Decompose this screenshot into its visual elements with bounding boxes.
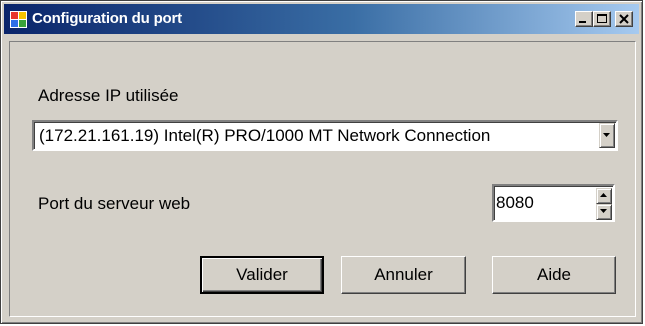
close-icon [619, 14, 629, 24]
chevron-down-icon [603, 133, 610, 137]
port-increment-button[interactable] [596, 188, 612, 204]
dropdown-button[interactable] [599, 123, 615, 148]
dialog-window: Configuration du port Adresse IP utilisé… [0, 0, 643, 324]
port-decrement-button[interactable] [596, 204, 612, 220]
arrow-down-icon [600, 209, 607, 213]
maximize-icon [597, 14, 607, 23]
port-stepper[interactable]: 8080 [492, 184, 615, 222]
cancel-button[interactable]: Annuler [341, 256, 466, 294]
validate-button[interactable]: Valider [200, 256, 324, 294]
title-bar[interactable]: Configuration du port [4, 4, 639, 34]
port-value[interactable]: 8080 [496, 193, 534, 213]
minimize-button[interactable] [575, 11, 593, 27]
app-icon[interactable] [10, 11, 27, 28]
window-title: Configuration du port [32, 10, 182, 27]
ip-address-selected-value: (172.21.161.19) Intel(R) PRO/1000 MT Net… [39, 126, 491, 145]
ip-address-select[interactable]: (172.21.161.19) Intel(R) PRO/1000 MT Net… [32, 120, 618, 151]
arrow-up-icon [600, 193, 607, 197]
help-button[interactable]: Aide [492, 256, 616, 294]
minimize-icon [579, 21, 586, 23]
ip-address-label: Adresse IP utilisée [38, 86, 179, 105]
maximize-button[interactable] [593, 11, 611, 27]
close-button[interactable] [615, 11, 633, 27]
port-label: Port du serveur web [38, 194, 191, 213]
